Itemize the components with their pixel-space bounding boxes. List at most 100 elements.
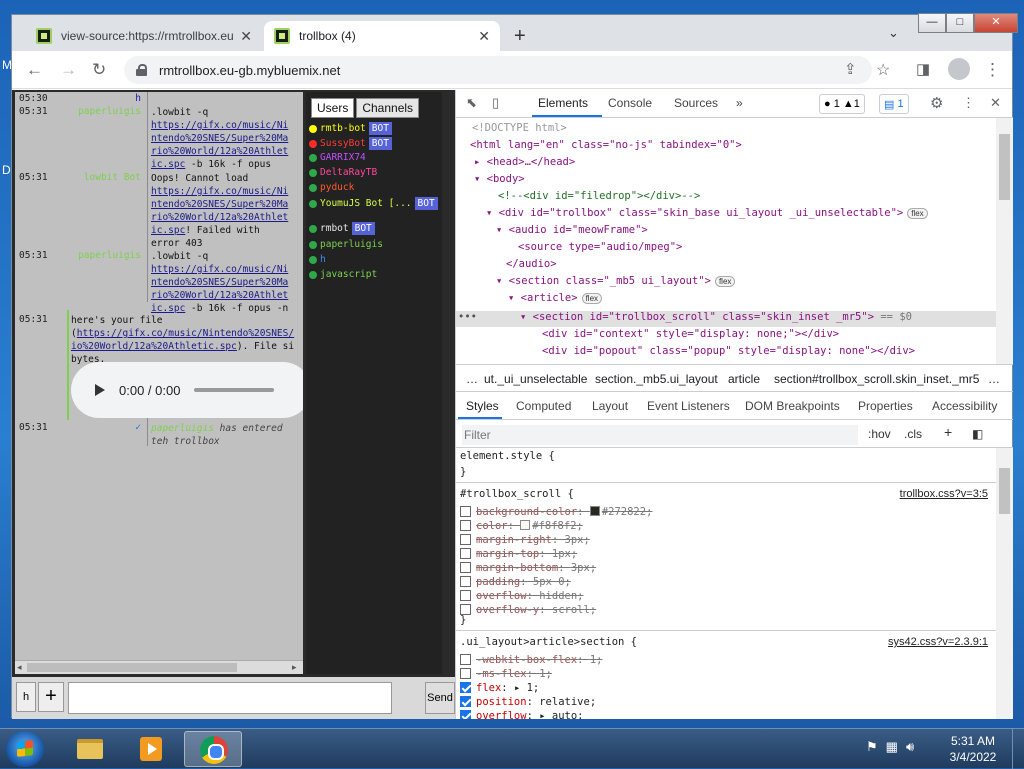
minimize-button[interactable]: —	[918, 13, 946, 33]
tab-dom-breakpoints[interactable]: DOM Breakpoints	[745, 399, 840, 413]
message-nick[interactable]: lowbit Bot	[65, 172, 141, 183]
message-link[interactable]: rio%20World/12a%20Athlet	[151, 146, 288, 157]
declaration-checkbox[interactable]	[460, 654, 471, 665]
share-icon[interactable]: ⇪	[844, 60, 857, 78]
css-declaration[interactable]: margin-top: 1px;	[460, 548, 577, 560]
message-nick[interactable]: paperluigis	[151, 423, 214, 434]
issues-badge[interactable]: ● 1 ▲ 1	[819, 94, 865, 114]
css-declaration[interactable]: overflow: ▸ auto;	[460, 710, 584, 719]
messages-badge[interactable]: ▤ 1	[879, 94, 909, 114]
scrollbar-thumb[interactable]	[27, 663, 237, 672]
declaration-checkbox[interactable]	[460, 696, 471, 707]
start-button[interactable]	[6, 731, 44, 767]
tab-sources[interactable]: Sources	[674, 96, 718, 110]
dom-node[interactable]: ▾ <article> flex	[508, 292, 603, 304]
breadcrumb-item[interactable]: section#trollbox_scroll.skin_inset._mr5	[774, 372, 979, 386]
network-icon[interactable]: ▦	[886, 739, 898, 755]
message-nick[interactable]: h	[75, 93, 141, 104]
audio-player[interactable]: 0:00 / 0:00	[71, 362, 303, 418]
message-link[interactable]: https://gifx.co/music/Ni	[151, 120, 288, 131]
tab-close-icon[interactable]: ✕	[240, 28, 252, 45]
declaration-checkbox[interactable]	[460, 548, 471, 559]
tab-search-chevron-icon[interactable]: ⌄	[888, 25, 899, 41]
node-actions-ellipsis[interactable]: •••	[458, 311, 477, 323]
declaration-checkbox[interactable]	[460, 682, 471, 693]
dom-node[interactable]: </audio>	[506, 258, 557, 270]
scrollbar-thumb[interactable]	[999, 134, 1010, 200]
dom-node[interactable]: ▾ <body>	[474, 173, 525, 185]
dom-node[interactable]: <!DOCTYPE html>	[472, 122, 567, 134]
message-link[interactable]: rio%20World/12a%20Athlet	[151, 290, 288, 301]
tab-view-source[interactable]: view-source:https://rmtrollbox.eu ✕	[26, 21, 262, 51]
message-nick[interactable]: paperluigis	[65, 106, 141, 117]
side-panel-icon[interactable]: ◨	[916, 60, 930, 78]
dom-node[interactable]: ▾ <audio id="meowFrame">	[496, 224, 648, 236]
close-window-button[interactable]: ✕	[974, 13, 1018, 33]
address-bar[interactable]: rmtrollbox.eu-gb.mybluemix.net	[124, 56, 872, 84]
declaration-checkbox[interactable]	[460, 534, 471, 545]
tab-elements[interactable]: Elements	[538, 96, 588, 110]
dom-node[interactable]: <div id="popout" class="popup" style="di…	[542, 345, 915, 357]
tab-layout[interactable]: Layout	[592, 399, 628, 413]
flex-badge[interactable]: flex	[581, 293, 603, 304]
message-link[interactable]: ntendo%20SNES/Super%20Ma	[151, 277, 288, 288]
styles-scrollbar[interactable]	[996, 448, 1013, 719]
rule-source-link[interactable]: sys42.css?v=2.3.9:1	[888, 636, 988, 648]
dom-comment[interactable]: <!--<div id="filedrop"></div>-->	[498, 190, 700, 202]
url-text[interactable]: rmtrollbox.eu-gb.mybluemix.net	[159, 63, 340, 78]
hover-state-toggle[interactable]: :hov	[868, 427, 891, 441]
dom-node-selected[interactable]: ▾ <section id="trollbox_scroll" class="s…	[520, 311, 912, 323]
taskbar-media-player[interactable]	[120, 731, 178, 767]
class-toggle[interactable]: .cls	[904, 427, 922, 441]
message-link[interactable]: https://gifx.co/music/Ni	[151, 186, 288, 197]
message-link[interactable]: ic.spc	[151, 225, 185, 236]
new-tab-button[interactable]: +	[514, 25, 526, 48]
profile-avatar-icon[interactable]	[948, 58, 970, 80]
user-list-item[interactable]: YoumuJS Bot [... BOT	[309, 197, 438, 210]
kebab-menu-icon[interactable]: ⋮	[984, 60, 1001, 80]
tab-users[interactable]: Users	[311, 98, 355, 118]
breadcrumb-item[interactable]: …	[466, 372, 478, 386]
user-list-item[interactable]: paperluigis	[309, 239, 383, 250]
back-arrow-icon[interactable]: ←	[26, 60, 43, 80]
audio-progress-bar[interactable]	[194, 388, 275, 392]
declaration-checkbox[interactable]	[460, 562, 471, 573]
reload-icon[interactable]: ↻	[92, 60, 106, 80]
user-list-item[interactable]: rmtb-bot BOT	[309, 122, 392, 135]
rule-source-link[interactable]: trollbox.css?v=3:5	[900, 488, 988, 500]
tab-properties[interactable]: Properties	[858, 399, 913, 413]
user-list-item[interactable]: GARRIX74	[309, 152, 366, 163]
close-devtools-icon[interactable]: ✕	[990, 95, 1001, 111]
css-declaration[interactable]: -webkit-box-flex: 1;	[460, 654, 602, 666]
settings-gear-icon[interactable]: ⚙	[930, 94, 943, 112]
bookmark-star-icon[interactable]: ☆	[876, 60, 890, 80]
message-link[interactable]: ic.spc	[151, 303, 185, 314]
css-declaration[interactable]: overflow: hidden;	[460, 590, 584, 602]
message-link[interactable]: https://gifx.co/music/Ni	[151, 264, 288, 275]
taskbar-chrome[interactable]	[184, 731, 242, 767]
computed-sidebar-toggle-icon[interactable]: ◧	[972, 427, 983, 441]
rule-selector[interactable]: #trollbox_scroll {	[460, 488, 574, 500]
breadcrumb-item[interactable]: article	[728, 372, 760, 386]
styles-pane[interactable]: element.style { } #trollbox_scroll { tro…	[456, 448, 996, 719]
scroll-right-arrow-icon[interactable]: ▸	[292, 662, 297, 673]
message-nick[interactable]: ✓	[65, 422, 141, 433]
declaration-checkbox[interactable]	[460, 668, 471, 679]
show-desktop-button[interactable]	[1012, 729, 1024, 769]
user-list-item[interactable]: javascript	[309, 269, 377, 280]
message-link[interactable]: rio%20World/12a%20Athlet	[151, 212, 288, 223]
tab-close-icon[interactable]: ✕	[478, 28, 490, 45]
device-toolbar-icon[interactable]: ▯	[492, 95, 499, 111]
chat-log[interactable]: 05:30 h 05:31 paperluigis .lowbit -q htt…	[15, 92, 303, 660]
kebab-menu-icon[interactable]: ⋮	[962, 95, 975, 111]
dom-node[interactable]: ▸ <head>…</head>	[474, 156, 575, 168]
css-declaration[interactable]: margin-bottom: 3px;	[460, 562, 596, 574]
message-link[interactable]: ntendo%20SNES/Super%20Ma	[151, 133, 288, 144]
more-tabs-chevron-icon[interactable]: »	[736, 96, 743, 110]
css-declaration[interactable]: margin-right: 3px;	[460, 534, 590, 546]
action-center-flag-icon[interactable]: ⚑	[866, 739, 878, 755]
volume-icon[interactable]: 🔊︎	[906, 739, 914, 755]
declaration-checkbox[interactable]	[460, 590, 471, 601]
message-link[interactable]: ntendo%20SNES/Super%20Ma	[151, 199, 288, 210]
attach-plus-button[interactable]: +	[38, 682, 64, 712]
